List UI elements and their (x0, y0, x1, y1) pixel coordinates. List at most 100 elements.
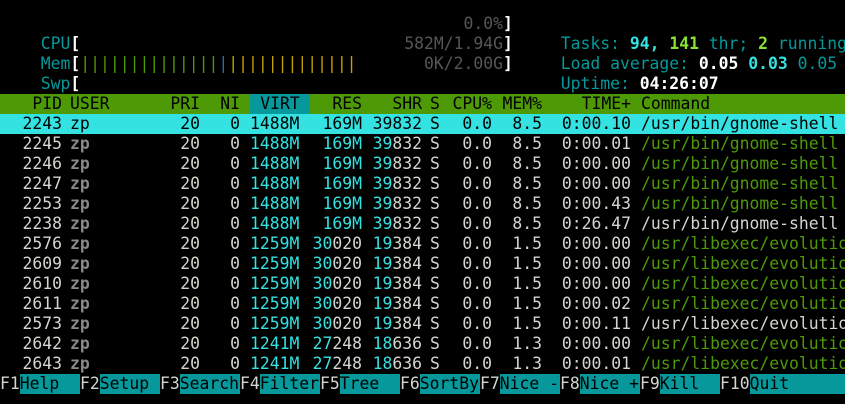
cell-res: 27248 (312, 334, 362, 353)
cell-cmd: /usr/libexec/evolutio (641, 234, 845, 253)
cell-mem: 1.3 (512, 334, 542, 353)
fkey-nice-button[interactable]: F7Nice - (480, 374, 560, 394)
cell-time: 0:00.01 (561, 354, 631, 373)
fkey-tree-button[interactable]: F5Tree (320, 374, 400, 394)
header-col-pid[interactable]: PID (0, 94, 62, 114)
cell-pri: 20 (180, 134, 200, 153)
fkey-label: Nice + (579, 374, 640, 394)
cell-mem: 1.5 (512, 314, 542, 333)
cell-ni: 0 (230, 114, 240, 133)
fkey-quit-button[interactable]: F10Quit (720, 374, 845, 394)
cell-shr: 19384 (372, 294, 422, 313)
header-col-command[interactable]: Command (641, 94, 845, 114)
cell-mem: 8.5 (512, 214, 542, 233)
fkey-code: F8 (560, 374, 580, 393)
cell-res: 30020 (312, 234, 362, 253)
header-col-pri[interactable]: PRI (130, 94, 200, 114)
cell-res: 30020 (312, 294, 362, 313)
cell-mem: 8.5 (512, 114, 542, 133)
header-col-res[interactable]: RES (310, 94, 362, 114)
fkey-filter-button[interactable]: F4Filter (240, 374, 320, 394)
cell-ni: 0 (230, 314, 240, 333)
cell-cmd: /usr/libexec/evolutio (641, 334, 845, 353)
cell-time: 0:00.00 (561, 154, 631, 173)
swp-meter-label: Swp (40, 74, 71, 93)
fkey-help-button[interactable]: F1Help (0, 374, 80, 394)
cell-res: 169M (322, 114, 362, 133)
process-row[interactable]: 2247 zp 20 0 1488M 169M 39832 S 0.0 8.5 0:00.00/us… (0, 174, 845, 194)
header-col-mem[interactable]: MEM% (492, 94, 542, 114)
cell-shr: 39832 (372, 114, 422, 133)
cell-virt: 1259M (250, 254, 300, 273)
process-row[interactable]: 2243 zp 20 0 1488M 169M 39832 S 0.0 8.5 0:00.10/us… (0, 114, 845, 134)
load-15min: 0.05 (797, 54, 838, 73)
cell-pri: 20 (180, 314, 200, 333)
cell-mem: 1.3 (512, 354, 542, 373)
cell-time: 0:00.10 (561, 114, 631, 133)
cell-ni: 0 (230, 354, 240, 373)
process-row[interactable]: 2238 zp 20 0 1488M 169M 39832 S 0.0 8.5 0:26.47/us… (0, 214, 845, 234)
cell-virt: 1488M (250, 194, 300, 213)
cell-virt: 1488M (250, 174, 300, 193)
cell-cmd: /usr/bin/gnome-shell (641, 214, 839, 233)
fkey-code: F6 (400, 374, 420, 393)
cell-user: zp (70, 134, 90, 153)
process-row[interactable]: 2576 zp 20 0 1259M 30020 19384 S 0.0 1.5 0:00.00/u… (0, 234, 845, 254)
header-col-ni[interactable]: NI (200, 94, 240, 114)
cell-user: zp (70, 254, 90, 273)
cell-mem: 8.5 (512, 194, 542, 213)
header-col-shr[interactable]: SHR (362, 94, 422, 114)
cell-ni: 0 (230, 274, 240, 293)
cell-cpu: 0.0 (462, 134, 492, 153)
header-col-user[interactable]: USER (70, 94, 130, 114)
cell-ni: 0 (230, 154, 240, 173)
cell-shr: 19384 (372, 314, 422, 333)
header-col-virt[interactable]: VIRT (250, 94, 310, 114)
cell-cmd: /usr/libexec/evolutio (641, 274, 845, 293)
cell-s: S (430, 354, 440, 373)
cell-mem: 1.5 (512, 234, 542, 253)
process-row[interactable]: 2609 zp 20 0 1259M 30020 19384 S 0.0 1.5 0:00.00/u… (0, 254, 845, 274)
header-col-time[interactable]: TIME+ (542, 94, 631, 114)
cell-pri: 20 (180, 334, 200, 353)
fkey-kill-button[interactable]: F9Kill (640, 374, 720, 394)
process-row[interactable]: 2610 zp 20 0 1259M 30020 19384 S 0.0 1.5 0:00.00/u… (0, 274, 845, 294)
header-col-s[interactable]: S (430, 94, 442, 114)
fkey-code: F1 (0, 374, 20, 393)
cell-res: 169M (322, 174, 362, 193)
fkey-setup-button[interactable]: F2Setup (80, 374, 160, 394)
cell-virt: 1488M (250, 214, 300, 233)
process-row[interactable]: 2253 zp 20 0 1488M 169M 39832 S 0.0 8.5 0:00.43/us… (0, 194, 845, 214)
process-table-header[interactable]: PID USER PRI NI VIRT RES SHR S CPU% MEM% TIME+ Comm… (0, 94, 845, 114)
cell-s: S (430, 334, 440, 353)
process-row[interactable]: 2245 zp 20 0 1488M 169M 39832 S 0.0 8.5 0:00.01/us… (0, 134, 845, 154)
fkey-sortby-button[interactable]: F6SortBy (400, 374, 480, 394)
process-row[interactable]: 2643 zp 20 0 1241M 27248 18636 S 0.0 1.3 0:00.01/u… (0, 354, 845, 374)
fkey-label: SortBy (419, 374, 480, 394)
cell-user: zp (70, 214, 90, 233)
cell-virt: 1259M (250, 234, 300, 253)
cell-user: zp (70, 274, 90, 293)
cell-ni: 0 (230, 234, 240, 253)
cell-pid: 2238 (22, 214, 62, 233)
fkey-code: F3 (160, 374, 180, 393)
cell-ni: 0 (230, 294, 240, 313)
cell-cpu: 0.0 (462, 274, 492, 293)
process-row[interactable]: 2246 zp 20 0 1488M 169M 39832 S 0.0 8.5 0:00.00/us… (0, 154, 845, 174)
mem-bar-cache: ||||||||||||| (228, 54, 357, 73)
fkey-nice-button[interactable]: F8Nice + (560, 374, 640, 394)
cell-pid: 2610 (22, 274, 62, 293)
cell-cpu: 0.0 (462, 214, 492, 233)
cell-user: zp (70, 314, 90, 333)
process-row[interactable]: 2573 zp 20 0 1259M 30020 19384 S 0.0 1.5 0:00.11/u… (0, 314, 845, 334)
cell-time: 0:00.02 (561, 294, 631, 313)
cell-pri: 20 (180, 274, 200, 293)
cell-shr: 39832 (372, 154, 422, 173)
fkey-search-button[interactable]: F3Search (160, 374, 240, 394)
cell-time: 0:00.00 (561, 234, 631, 253)
cell-pri: 20 (180, 234, 200, 253)
header-col-cpu[interactable]: CPU% (442, 94, 492, 114)
cell-user: zp (70, 294, 90, 313)
process-row[interactable]: 2611 zp 20 0 1259M 30020 19384 S 0.0 1.5 0:00.02/u… (0, 294, 845, 314)
process-row[interactable]: 2642 zp 20 0 1241M 27248 18636 S 0.0 1.3 0:00.00/u… (0, 334, 845, 354)
